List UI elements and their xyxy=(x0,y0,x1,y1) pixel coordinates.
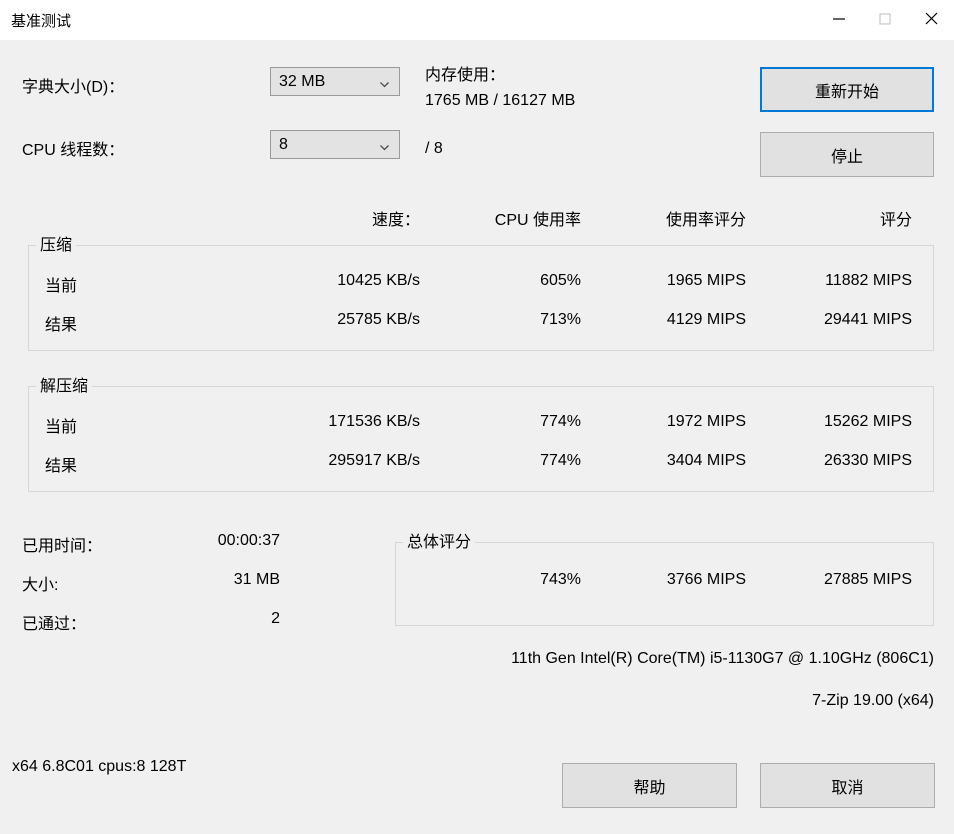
app-version: 7-Zip 19.00 (x64) xyxy=(812,692,934,710)
dictionary-size-select[interactable]: 32 MB xyxy=(270,67,400,96)
row-label: 结果 xyxy=(45,452,77,476)
decompression-result-rating: 26330 MIPS xyxy=(824,452,912,470)
total-rating: 27885 MIPS xyxy=(824,571,912,589)
titlebar: 基准测试 xyxy=(0,0,954,40)
total-cpu-usage: 743% xyxy=(540,571,581,589)
cpu-threads-total: / 8 xyxy=(425,140,443,158)
row-label: 结果 xyxy=(45,311,77,335)
compression-current-rating: 11882 MIPS xyxy=(825,272,912,290)
decompression-current-cpu: 774% xyxy=(540,413,581,431)
compression-result-rating: 29441 MIPS xyxy=(824,311,912,329)
total-rating-group-title: 总体评分 xyxy=(403,533,475,552)
stop-button[interactable]: 停止 xyxy=(760,132,934,177)
chevron-down-icon xyxy=(379,140,390,151)
compression-current-cpu: 605% xyxy=(540,272,581,290)
passes-value: 2 xyxy=(271,610,280,628)
compression-current-speed: 10425 KB/s xyxy=(337,272,420,290)
restart-button[interactable]: 重新开始 xyxy=(760,67,934,112)
window-controls xyxy=(816,0,954,40)
compression-result-usage-rating: 4129 MIPS xyxy=(667,311,746,329)
header-usage-rating: 使用率评分 xyxy=(666,206,746,230)
memory-usage-value: 1765 MB / 16127 MB xyxy=(425,92,575,110)
compression-group-title: 压缩 xyxy=(36,236,76,255)
total-usage-rating: 3766 MIPS xyxy=(667,571,746,589)
decompression-groupbox: 解压缩 xyxy=(28,386,934,492)
elapsed-time-label: 已用时间： xyxy=(22,532,102,556)
passes-label: 已通过： xyxy=(22,610,86,634)
minimize-button[interactable] xyxy=(816,0,862,40)
dictionary-size-value: 32 MB xyxy=(279,73,325,91)
cpu-threads-select[interactable]: 8 xyxy=(270,130,400,159)
compression-result-cpu: 713% xyxy=(540,311,581,329)
cpu-info: 11th Gen Intel(R) Core(TM) i5-1130G7 @ 1… xyxy=(511,650,934,668)
maximize-icon xyxy=(879,13,891,28)
chevron-down-icon xyxy=(379,77,390,88)
decompression-result-speed: 295917 KB/s xyxy=(328,452,420,470)
compression-groupbox: 压缩 xyxy=(28,245,934,351)
minimize-icon xyxy=(833,13,845,28)
cancel-button[interactable]: 取消 xyxy=(760,763,935,808)
dictionary-size-label: 字典大小(D)： xyxy=(22,73,124,97)
decompression-current-rating: 15262 MIPS xyxy=(824,413,912,431)
decompression-current-speed: 171536 KB/s xyxy=(328,413,420,431)
decompression-result-cpu: 774% xyxy=(540,452,581,470)
maximize-button xyxy=(862,0,908,40)
cpu-threads-label: CPU 线程数： xyxy=(22,136,124,160)
header-rating: 评分 xyxy=(880,206,912,230)
compression-result-speed: 25785 KB/s xyxy=(337,311,420,329)
row-label: 当前 xyxy=(45,413,77,437)
window-title: 基准测试 xyxy=(11,10,71,31)
benchmark-dialog: 基准测试 字典大小(D)： 32 MB 内存使用： 1765 MB / 1612… xyxy=(0,0,954,834)
help-button[interactable]: 帮助 xyxy=(562,763,737,808)
header-speed: 速度： xyxy=(372,206,420,230)
close-icon xyxy=(925,12,938,28)
cpu-threads-value: 8 xyxy=(279,136,288,154)
elapsed-time-value: 00:00:37 xyxy=(218,532,280,550)
decompression-result-usage-rating: 3404 MIPS xyxy=(667,452,746,470)
size-value: 31 MB xyxy=(234,571,280,589)
header-cpu-usage: CPU 使用率 xyxy=(495,206,581,230)
row-label: 当前 xyxy=(45,272,77,296)
compression-current-usage-rating: 1965 MIPS xyxy=(667,272,746,290)
close-button[interactable] xyxy=(908,0,954,40)
decompression-current-usage-rating: 1972 MIPS xyxy=(667,413,746,431)
size-label: 大小: xyxy=(22,571,58,595)
memory-usage-label: 内存使用： xyxy=(425,61,505,85)
decompression-group-title: 解压缩 xyxy=(36,377,92,396)
system-info: x64 6.8C01 cpus:8 128T xyxy=(12,758,186,776)
